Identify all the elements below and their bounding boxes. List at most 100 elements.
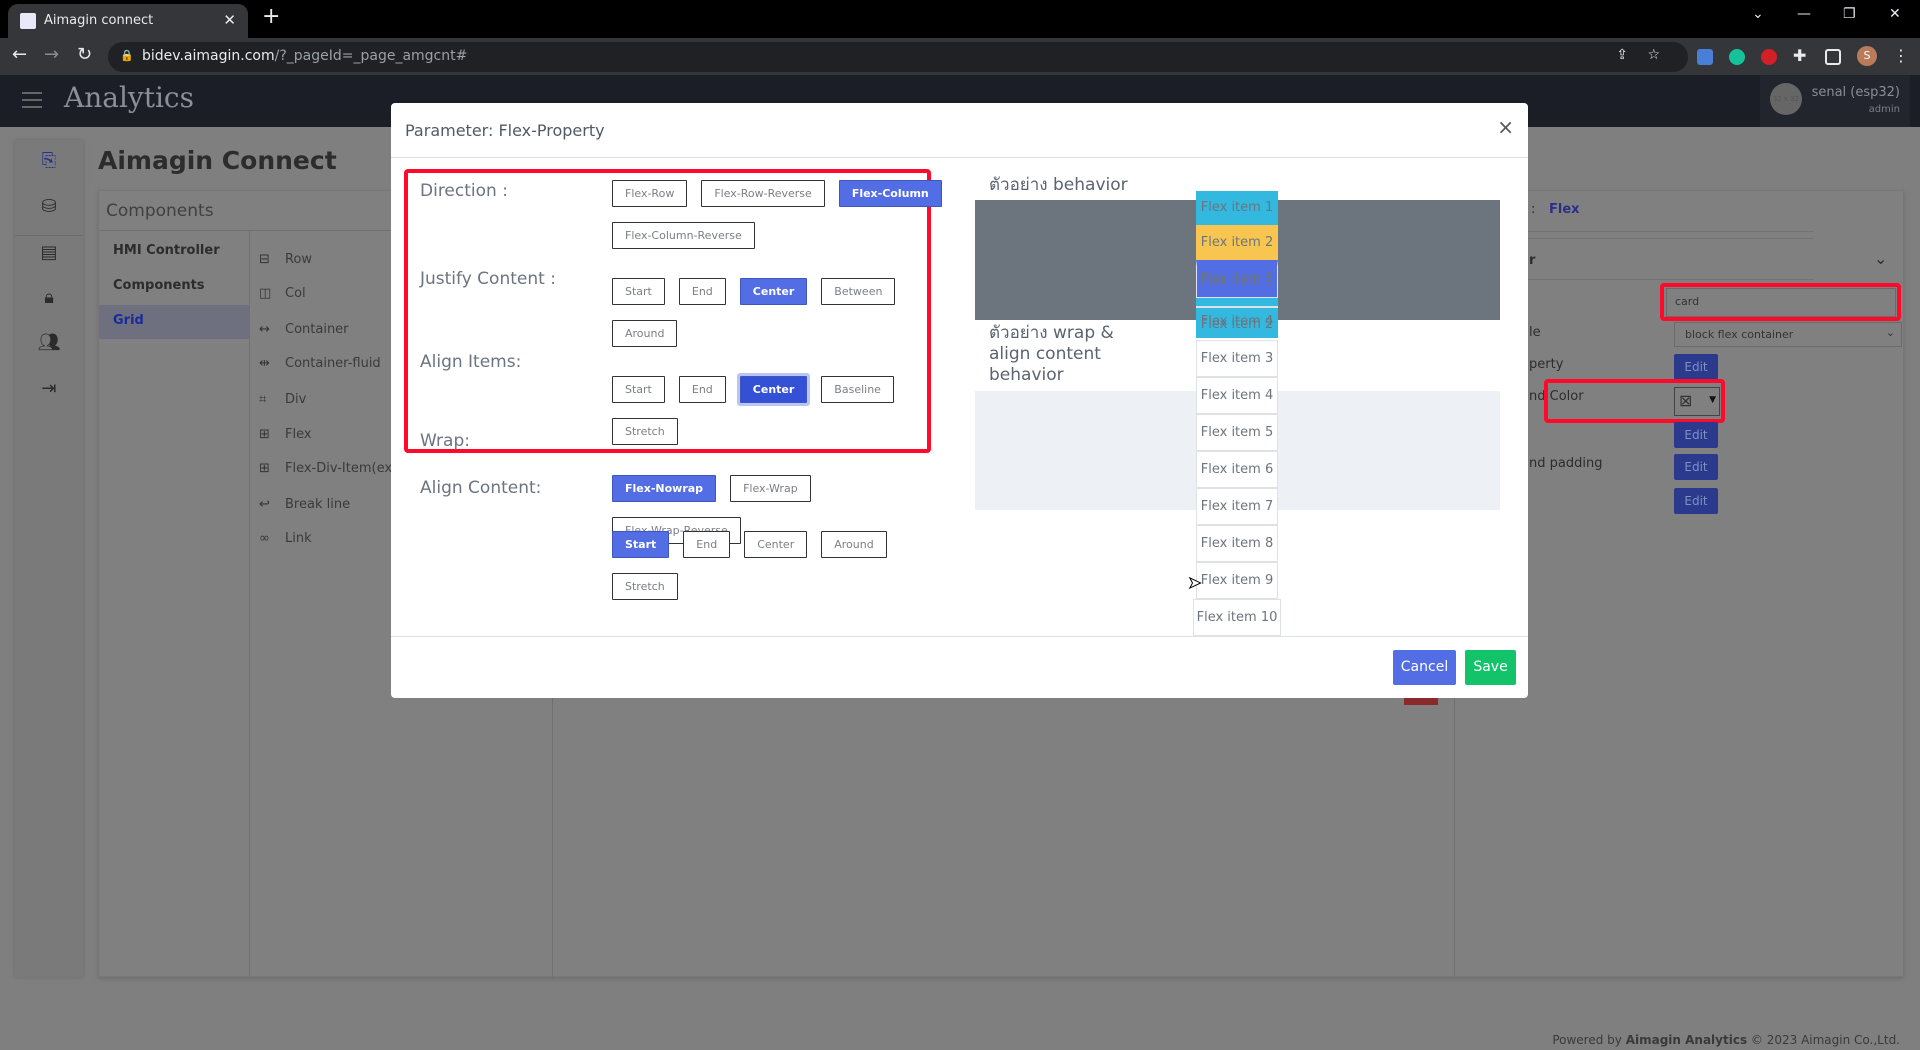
option-button-center[interactable]: Center: [744, 531, 808, 558]
close-window-icon[interactable]: ✕: [1889, 6, 1901, 22]
preview-flex-item: Flex item 7: [1196, 488, 1278, 525]
new-tab-button[interactable]: +: [262, 4, 280, 29]
option-button-around[interactable]: Around: [821, 531, 887, 558]
grammarly-extension-icon[interactable]: [1729, 49, 1745, 65]
option-button-flex-wrap[interactable]: Flex-Wrap: [730, 475, 811, 502]
edit-padding-button[interactable]: Edit: [1674, 454, 1718, 480]
component-item[interactable]: ⊟ Row: [259, 252, 312, 267]
preview-flex-item: Flex item 1: [1196, 191, 1278, 225]
component-item[interactable]: ↔ Container: [259, 322, 349, 337]
group-label: Align Content:: [420, 478, 542, 498]
divider: [15, 235, 83, 236]
close-icon[interactable]: ×: [1497, 115, 1514, 139]
translate-extension-icon[interactable]: [1697, 49, 1713, 65]
edit-property-button[interactable]: Edit: [1674, 354, 1718, 380]
component-item[interactable]: ⊞ Flex-Div-Item(exp: [259, 461, 400, 476]
reload-icon[interactable]: ↻: [77, 44, 92, 65]
option-button-stretch[interactable]: Stretch: [612, 418, 678, 445]
hamburger-menu-icon[interactable]: [22, 92, 42, 108]
option-button-around[interactable]: Around: [612, 320, 678, 347]
component-item[interactable]: ⊞ Flex: [259, 427, 312, 442]
footer-brand: Aimagin Analytics: [1625, 1033, 1748, 1047]
highlight-box: [1544, 379, 1725, 423]
code-file-icon[interactable]: ⎘: [15, 150, 83, 171]
category-hmi-controller[interactable]: HMI Controller: [113, 243, 220, 258]
preview-title-behavior: ตัวอย่าง behavior: [989, 175, 1128, 195]
group-label: Align Items:: [420, 352, 522, 372]
option-button-baseline[interactable]: Baseline: [821, 376, 894, 403]
category-components[interactable]: Components: [113, 278, 205, 293]
save-button[interactable]: Save: [1465, 650, 1516, 685]
tab-title: Aimagin connect: [44, 13, 154, 28]
cancel-button[interactable]: Cancel: [1393, 650, 1456, 685]
option-button-center[interactable]: Center: [739, 376, 808, 403]
component-icon: ⇹: [259, 356, 270, 371]
option-button-stretch[interactable]: Stretch: [612, 573, 678, 600]
lock-icon[interactable]: 🔒︎: [15, 287, 83, 308]
browser-toolbar: ← → ↻ 🔒 bidev.aimagin.com/?_pageId=_page…: [0, 38, 1920, 75]
delete-button[interactable]: [1404, 697, 1438, 705]
group-label: Justify Content :: [420, 269, 556, 289]
option-button-flex-nowrap[interactable]: Flex-Nowrap: [612, 475, 717, 502]
address-bar[interactable]: 🔒 bidev.aimagin.com/?_pageId=_page_amgcn…: [108, 42, 1688, 72]
profile-avatar[interactable]: S: [1857, 46, 1877, 66]
option-group: Start End Center Between Around: [612, 278, 942, 347]
category-grid[interactable]: Grid: [113, 313, 144, 328]
forward-icon[interactable]: →: [44, 44, 59, 65]
icon-sidebar: ⎘ ⛁ ▤ 🔒︎ 👥︎ ⇥: [15, 140, 83, 977]
user-avatar: 32 x 32: [1770, 83, 1802, 115]
modal-title: Parameter: Flex-Property: [405, 121, 605, 140]
database-icon[interactable]: ⛁: [15, 196, 83, 217]
preview-flex-item: Flex item 9: [1196, 562, 1278, 599]
restore-icon[interactable]: ❐: [1843, 6, 1856, 22]
component-item[interactable]: ⌗ Div: [259, 392, 306, 407]
browser-tab[interactable]: Aimagin connect ✕: [8, 4, 248, 38]
browser-tab-strip: Aimagin connect ✕ + ⌄ — ❐ ✕: [0, 0, 1920, 38]
url-path: /?_pageId=_page_amgcnt#: [274, 48, 468, 64]
option-button-flex-column[interactable]: Flex-Column: [838, 180, 942, 207]
server-icon[interactable]: ▤: [15, 242, 83, 263]
edit-button[interactable]: Edit: [1674, 422, 1718, 448]
minimize-icon[interactable]: —: [1797, 6, 1811, 22]
component-icon: ↩: [259, 497, 270, 512]
option-button-end[interactable]: End: [683, 531, 731, 558]
option-button-start[interactable]: Start: [612, 376, 665, 403]
option-button-flex-column-reverse[interactable]: Flex-Column-Reverse: [612, 222, 755, 249]
edit-button[interactable]: Edit: [1674, 488, 1718, 514]
logout-icon[interactable]: ⇥: [15, 378, 83, 399]
lock-icon: 🔒: [120, 49, 134, 62]
bookmark-star-icon[interactable]: ☆: [1647, 47, 1660, 63]
extensions-puzzle-icon[interactable]: ✚: [1793, 46, 1806, 65]
chevron-down-icon[interactable]: ⌄: [1874, 249, 1887, 268]
option-group: Start End Center Around Stretch: [612, 531, 942, 600]
tab-search-icon[interactable]: ⌄: [1752, 6, 1764, 22]
side-panel-icon[interactable]: [1825, 49, 1841, 65]
adblock-extension-icon[interactable]: [1761, 49, 1777, 65]
share-icon[interactable]: ⇪: [1616, 47, 1628, 63]
highlight-box: [1660, 283, 1901, 321]
option-button-end[interactable]: End: [678, 376, 726, 403]
option-button-flex-row[interactable]: Flex-Row: [612, 180, 688, 207]
component-item[interactable]: ⇹ Container-fluid: [259, 356, 381, 371]
option-button-start[interactable]: Start: [612, 531, 670, 558]
option-button-end[interactable]: End: [678, 278, 726, 305]
option-button-center[interactable]: Center: [739, 278, 808, 305]
component-icon: ∞: [259, 531, 270, 546]
component-label: Flex-Div-Item(exp: [285, 461, 401, 476]
option-button-start[interactable]: Start: [612, 278, 665, 305]
component-item[interactable]: ↩ Break line: [259, 497, 350, 512]
style-select[interactable]: block flex container ⌄: [1674, 322, 1902, 347]
component-item[interactable]: ◫ Col: [259, 286, 306, 301]
user-menu[interactable]: 32 x 32 senal (esp32) admin: [1760, 75, 1910, 127]
option-button-between[interactable]: Between: [821, 278, 896, 305]
divider: [391, 636, 1528, 637]
url-domain: bidev.aimagin.com: [142, 48, 275, 64]
footer: Powered by Aimagin Analytics © 2023 Aima…: [1552, 1033, 1900, 1047]
users-icon[interactable]: 👥︎: [15, 332, 83, 353]
option-button-flex-row-reverse[interactable]: Flex-Row-Reverse: [701, 180, 825, 207]
component-item[interactable]: ∞ Link: [259, 531, 312, 546]
browser-menu-icon[interactable]: ⋮: [1893, 46, 1909, 65]
close-tab-icon[interactable]: ✕: [223, 11, 236, 29]
back-icon[interactable]: ←: [12, 44, 27, 65]
component-label: Col: [285, 286, 306, 301]
